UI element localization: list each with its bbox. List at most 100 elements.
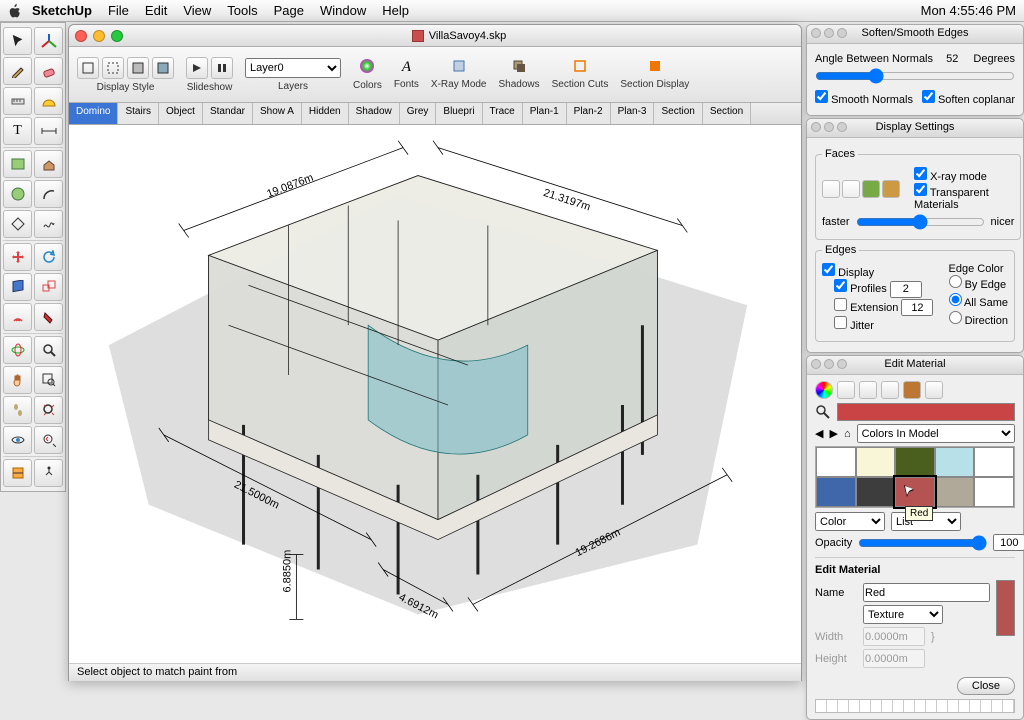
profiles-check[interactable]: Profiles — [834, 283, 887, 295]
house-icon[interactable] — [925, 381, 943, 399]
wireframe-style[interactable] — [77, 57, 99, 79]
swatch[interactable] — [974, 477, 1014, 507]
swatch[interactable] — [856, 447, 896, 477]
minimize-button[interactable] — [93, 30, 105, 42]
shadows-button[interactable] — [512, 59, 526, 76]
select-tool[interactable] — [3, 27, 32, 55]
by-edge-radio[interactable]: By Edge — [949, 275, 1008, 291]
swatch[interactable] — [974, 447, 1014, 477]
palette-icon[interactable] — [859, 381, 877, 399]
swatch[interactable] — [816, 477, 856, 507]
shaded-style[interactable] — [127, 57, 149, 79]
menu-tools[interactable]: Tools — [227, 3, 257, 18]
axes-tool[interactable] — [34, 27, 63, 55]
scene-tab[interactable]: Plan-2 — [567, 103, 611, 124]
menu-file[interactable]: File — [108, 3, 129, 18]
hand-tool[interactable] — [3, 366, 32, 394]
display-edges-check[interactable]: Display — [822, 267, 874, 279]
current-color-well[interactable] — [837, 403, 1015, 421]
nav-back-icon[interactable]: ◀ — [815, 427, 823, 440]
swatch[interactable] — [856, 477, 896, 507]
swatch-selected[interactable]: Red — [895, 477, 935, 507]
zoom-extents-tool[interactable] — [34, 396, 63, 424]
scene-tab[interactable]: Standar — [203, 103, 253, 124]
arc-tool[interactable] — [34, 180, 63, 208]
shaded-texture-style[interactable] — [152, 57, 174, 79]
texture-select[interactable]: Texture — [863, 605, 943, 624]
swatch[interactable] — [935, 447, 975, 477]
scene-tab[interactable]: Stairs — [118, 103, 159, 124]
angle-slider[interactable] — [815, 68, 1015, 84]
polygon-tool[interactable] — [3, 210, 32, 238]
play-button[interactable] — [186, 57, 208, 79]
pushpull-tool[interactable] — [34, 150, 63, 178]
menu-window[interactable]: Window — [320, 3, 366, 18]
zoom-tool[interactable] — [34, 336, 63, 364]
sliders-icon[interactable] — [837, 381, 855, 399]
color-mode-select[interactable]: Color — [815, 512, 885, 531]
close-button[interactable]: Close — [957, 677, 1015, 695]
scene-tab[interactable]: Show A — [253, 103, 302, 124]
all-same-radio[interactable]: All Same — [949, 293, 1008, 309]
walk-tool[interactable] — [3, 396, 32, 424]
app-menu[interactable]: SketchUp — [32, 3, 92, 18]
scale-tool[interactable] — [34, 273, 63, 301]
section-tool[interactable] — [3, 459, 32, 487]
material-name-input[interactable] — [863, 583, 990, 602]
freehand-tool[interactable] — [34, 210, 63, 238]
colors-button[interactable] — [359, 58, 375, 77]
face-style-1[interactable] — [822, 180, 840, 198]
swatch[interactable] — [895, 447, 935, 477]
protractor-tool[interactable] — [34, 87, 63, 115]
circle-tool[interactable] — [3, 180, 32, 208]
scene-tab[interactable]: Plan-1 — [523, 103, 567, 124]
viewport[interactable]: 19.0876m 21.3197m 21.5000m 19.2686m 6.88… — [69, 125, 801, 663]
quality-slider[interactable] — [856, 214, 985, 230]
color-wheel-icon[interactable] — [815, 381, 833, 399]
fonts-button[interactable]: A — [402, 59, 411, 76]
orbit-tool[interactable] — [3, 336, 32, 364]
scene-tab[interactable]: Shadow — [349, 103, 400, 124]
scene-tab[interactable]: Section — [703, 103, 751, 124]
position-camera-tool[interactable] — [34, 459, 63, 487]
scene-tab[interactable]: Section — [654, 103, 702, 124]
menu-edit[interactable]: Edit — [145, 3, 167, 18]
face-style-2[interactable] — [842, 180, 860, 198]
zoom-window-tool[interactable] — [34, 366, 63, 394]
close-button[interactable] — [75, 30, 87, 42]
section-display-button[interactable] — [648, 59, 662, 76]
rectangle-tool[interactable] — [3, 150, 32, 178]
scene-tab[interactable]: Trace — [483, 103, 523, 124]
swatch[interactable] — [816, 447, 856, 477]
pencil-tool[interactable] — [3, 57, 32, 85]
crayons-icon[interactable] — [903, 381, 921, 399]
dimension-tool[interactable] — [34, 117, 63, 145]
profiles-value[interactable] — [890, 281, 922, 298]
menu-help[interactable]: Help — [382, 3, 409, 18]
hidden-style[interactable] — [102, 57, 124, 79]
nav-fwd-icon[interactable]: ▶ — [829, 427, 837, 440]
scene-tab[interactable]: Hidden — [302, 103, 349, 124]
spectrum-icon[interactable] — [881, 381, 899, 399]
rotate-tool[interactable] — [34, 243, 63, 271]
previous-view-tool[interactable] — [34, 426, 63, 454]
eraser-tool[interactable] — [34, 57, 63, 85]
xray-button[interactable] — [452, 59, 466, 76]
followme-tool[interactable] — [3, 273, 32, 301]
face-style-4[interactable] — [882, 180, 900, 198]
layer-select[interactable]: Layer0 — [245, 58, 341, 78]
transparent-check[interactable]: Transparent Materials — [914, 187, 989, 211]
zoom-button[interactable] — [111, 30, 123, 42]
face-style-3[interactable] — [862, 180, 880, 198]
extension-value[interactable] — [901, 299, 933, 316]
look-tool[interactable] — [3, 426, 32, 454]
scene-tab[interactable]: Object — [159, 103, 203, 124]
opacity-value[interactable] — [993, 534, 1024, 551]
xray-check[interactable]: X-ray mode — [914, 171, 987, 183]
smooth-normals-check[interactable]: Smooth Normals — [815, 90, 913, 106]
offset-tool[interactable] — [3, 303, 32, 331]
scene-tab[interactable]: Domino — [69, 103, 118, 124]
swatch[interactable] — [935, 477, 975, 507]
scene-tab[interactable]: Bluepri — [436, 103, 482, 124]
swatch-tray[interactable] — [815, 699, 1015, 713]
